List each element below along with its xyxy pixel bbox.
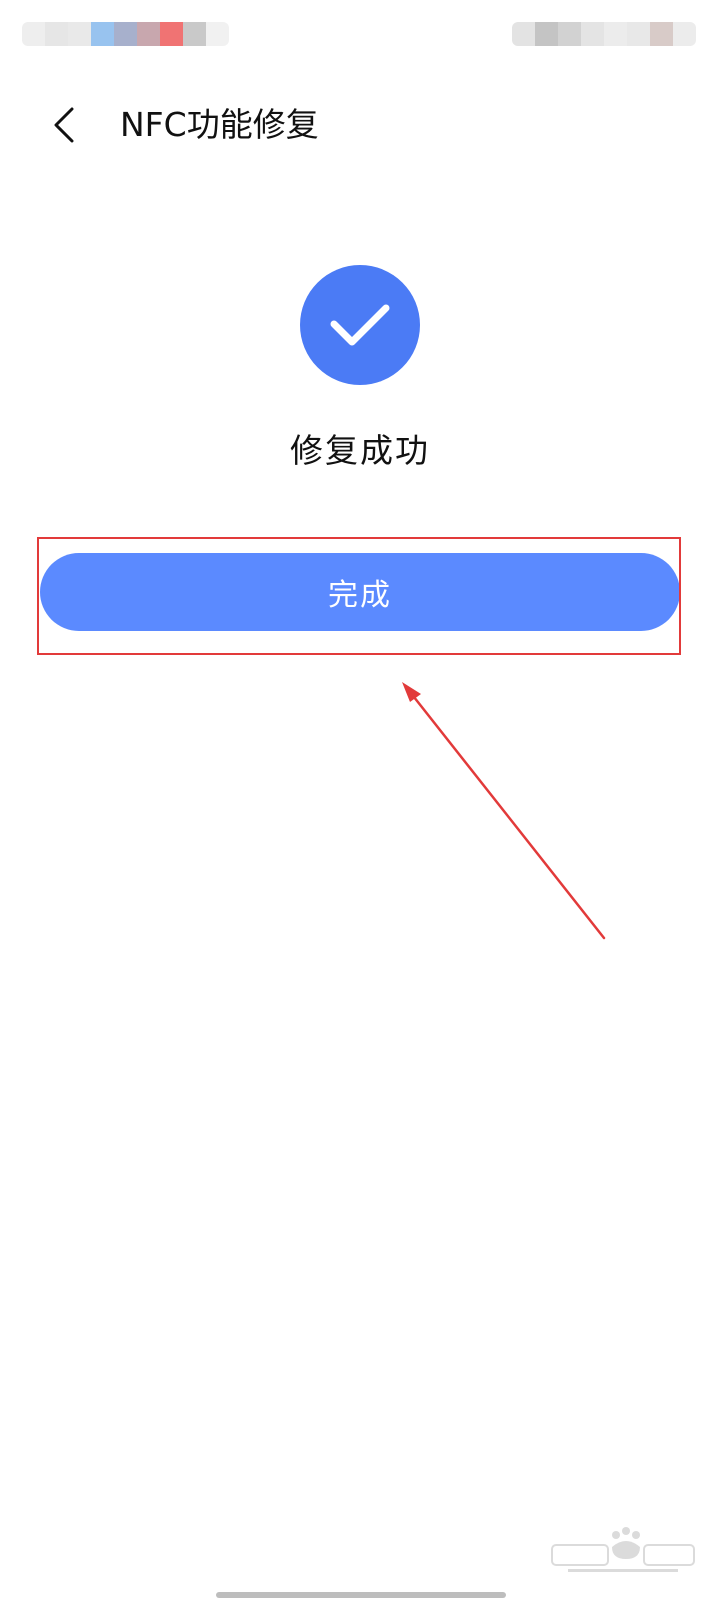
success-badge	[300, 265, 420, 385]
back-button[interactable]	[40, 100, 90, 150]
done-button[interactable]: 完成	[40, 553, 680, 631]
check-icon	[330, 304, 390, 346]
page-title: NFC功能修复	[120, 105, 319, 144]
success-message: 修复成功	[290, 431, 430, 470]
annotation-arrow-icon	[402, 682, 606, 940]
chevron-left-icon	[54, 107, 74, 143]
status-bar-right	[512, 22, 696, 46]
screen: NFC功能修复 修复成功 完成	[0, 0, 720, 1600]
status-bar-left	[22, 22, 229, 46]
home-indicator[interactable]	[216, 1592, 506, 1598]
watermark-logo-icon	[551, 1527, 695, 1572]
